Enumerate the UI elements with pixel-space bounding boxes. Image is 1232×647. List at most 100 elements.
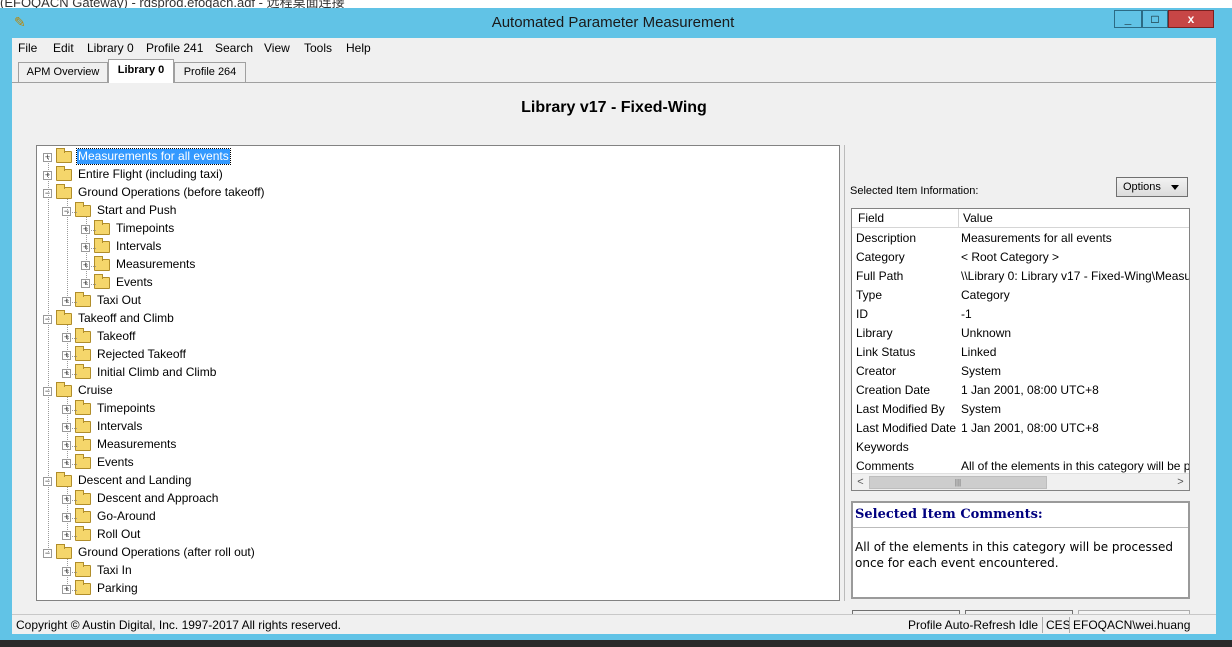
tree-node-label[interactable]: Measurements — [96, 437, 177, 452]
scroll-left-icon[interactable]: < — [852, 474, 869, 490]
menu-library[interactable]: Library 0 — [87, 41, 134, 55]
scroll-right-icon[interactable]: > — [1172, 474, 1189, 490]
remote-desktop-title-bar: (EFOQACN Gateway) - rdsprod.efoqacn.adf … — [0, 0, 1232, 8]
horizontal-scrollbar[interactable]: < ||| > — [852, 473, 1189, 490]
tree-connector-line — [67, 397, 68, 464]
options-button[interactable]: Options — [1116, 177, 1188, 197]
info-row[interactable]: Creation Date 1 Jan 2001, 08:00 UTC+8 — [852, 381, 1189, 400]
tab-library[interactable]: Library 0 — [108, 59, 174, 83]
tab-strip: APM Overview Library 0 Profile 264 — [12, 58, 1216, 83]
info-field: Type — [856, 288, 883, 302]
info-row[interactable]: Keywords — [852, 438, 1189, 457]
info-value: Unknown — [961, 326, 1012, 340]
folder-icon — [75, 508, 91, 523]
tree-connector-line — [67, 487, 68, 536]
folder-icon — [75, 202, 91, 217]
folder-icon — [75, 580, 91, 595]
tree-node-label[interactable]: Start and Push — [96, 203, 177, 218]
tree-node-label[interactable]: Events — [115, 275, 154, 290]
info-grid[interactable]: Field Value Description Measurements for … — [851, 208, 1190, 491]
menu-bar: File Edit Library 0 Profile 241 Search V… — [12, 38, 1216, 58]
column-header-value[interactable]: Value — [963, 211, 993, 225]
tree-node-label[interactable]: Intervals — [96, 419, 143, 434]
folder-icon — [75, 436, 91, 451]
info-row[interactable]: Creator System — [852, 362, 1189, 381]
info-row[interactable]: Type Category — [852, 286, 1189, 305]
menu-profile[interactable]: Profile 241 — [146, 41, 203, 55]
column-header-field[interactable]: Field — [858, 211, 884, 225]
client-area: File Edit Library 0 Profile 241 Search V… — [12, 38, 1216, 634]
info-value: Linked — [961, 345, 997, 359]
tree-node-label[interactable]: Measurements — [115, 257, 196, 272]
tree-connector-line — [67, 410, 77, 411]
tree-node-label[interactable]: Entire Flight (including taxi) — [77, 167, 224, 182]
info-row[interactable]: Description Measurements for all events — [852, 229, 1189, 248]
tree-node-label[interactable]: Measurements for all events — [76, 148, 231, 165]
tree-connector-line — [86, 284, 96, 285]
folder-icon — [56, 310, 72, 325]
scroll-thumb[interactable]: ||| — [869, 476, 1047, 489]
menu-search[interactable]: Search — [215, 41, 253, 55]
tree-node-label[interactable]: Go-Around — [96, 509, 157, 524]
tree-node-label[interactable]: Timepoints — [96, 401, 156, 416]
minimize-button[interactable]: _ — [1114, 10, 1142, 28]
folder-icon — [75, 346, 91, 361]
tree-connector-line — [86, 266, 96, 267]
menu-tools[interactable]: Tools — [304, 41, 332, 55]
category-tree[interactable]: + Measurements for all events + Entire Flig… — [36, 145, 840, 601]
tab-profile[interactable]: Profile 264 — [174, 62, 246, 82]
tree-connector-line — [67, 338, 77, 339]
tree-connector-line — [67, 464, 77, 465]
menu-edit[interactable]: Edit — [53, 41, 74, 55]
folder-icon — [75, 292, 91, 307]
title-bar[interactable]: ✎ Automated Parameter Measurement _ □ x — [0, 8, 1232, 38]
comments-title: Selected Item Comments: — [855, 507, 1043, 522]
tree-node-label[interactable]: Timepoints — [115, 221, 175, 236]
status-bar: Copyright © Austin Digital, Inc. 1997-20… — [12, 614, 1216, 634]
info-row[interactable]: Full Path \\Library 0: Library v17 - Fixe… — [852, 267, 1189, 286]
tree-node-label[interactable]: Intervals — [115, 239, 162, 254]
tree-node-label[interactable]: Parking — [96, 581, 139, 596]
info-row[interactable]: Category < Root Category > — [852, 248, 1189, 267]
tree-connector-line — [67, 590, 77, 591]
tree-node-label[interactable]: Descent and Approach — [96, 491, 219, 506]
comments-text[interactable]: All of the elements in this category wil… — [855, 539, 1175, 571]
tree-node-label[interactable]: Descent and Landing — [77, 473, 192, 488]
tree-node-label[interactable]: Events — [96, 455, 135, 470]
menu-view[interactable]: View — [264, 41, 290, 55]
tree-connector-line — [86, 230, 96, 231]
info-row[interactable]: ID -1 — [852, 305, 1189, 324]
tree-connector-line — [67, 518, 77, 519]
tree-node-label[interactable]: Takeoff — [96, 329, 136, 344]
menu-file[interactable]: File — [18, 41, 37, 55]
window-title: Automated Parameter Measurement — [491, 14, 735, 31]
tree-node-label[interactable]: Cruise — [77, 383, 114, 398]
close-button[interactable]: x — [1168, 10, 1214, 28]
info-row[interactable]: Library Unknown — [852, 324, 1189, 343]
tree-node-label[interactable]: Takeoff and Climb — [77, 311, 175, 326]
column-separator[interactable] — [958, 209, 959, 228]
info-field: Last Modified Date — [856, 421, 957, 435]
tree-node-label[interactable]: Taxi In — [96, 563, 133, 578]
tree-node-label[interactable]: Initial Climb and Climb — [96, 365, 217, 380]
maximize-button[interactable]: □ — [1142, 10, 1168, 28]
info-value: Measurements for all events — [961, 231, 1112, 245]
panel-divider[interactable] — [844, 145, 845, 601]
tree-connector-line — [86, 217, 87, 284]
comments-panel: Selected Item Comments: All of the eleme… — [851, 501, 1190, 599]
tree-node-label[interactable]: Taxi Out — [96, 293, 142, 308]
info-value: System — [961, 364, 1002, 378]
tree-connector-line — [67, 212, 77, 213]
folder-icon — [75, 418, 91, 433]
tree-node-label[interactable]: Roll Out — [96, 527, 141, 542]
tree-node-label[interactable]: Rejected Takeoff — [96, 347, 187, 362]
info-row[interactable]: Link Status Linked — [852, 343, 1189, 362]
menu-help[interactable]: Help — [346, 41, 371, 55]
folder-icon — [75, 364, 91, 379]
info-row[interactable]: Last Modified Date 1 Jan 2001, 08:00 UTC+… — [852, 419, 1189, 438]
info-field: Description — [856, 231, 917, 245]
info-row[interactable]: Last Modified By System — [852, 400, 1189, 419]
tree-node-label[interactable]: Ground Operations (before takeoff) — [77, 185, 266, 200]
tree-node-label[interactable]: Ground Operations (after roll out) — [77, 545, 256, 560]
tab-apm-overview[interactable]: APM Overview — [18, 62, 108, 82]
